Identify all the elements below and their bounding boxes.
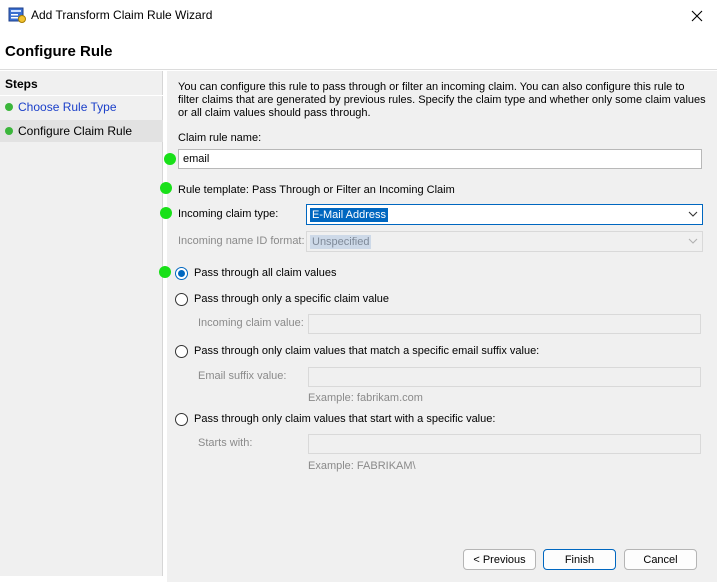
marker-dot [160, 207, 172, 219]
step-label: Configure Claim Rule [18, 124, 133, 138]
cancel-button[interactable]: Cancel [624, 549, 697, 570]
step-current-icon [5, 127, 13, 135]
chevron-down-icon [688, 211, 698, 217]
close-icon [691, 10, 702, 21]
radio-pass-starts-with-label: Pass through only claim values that star… [194, 413, 496, 425]
radio-pass-specific-value-label: Pass through only a specific claim value [194, 293, 390, 305]
claim-rule-name-input[interactable]: email [178, 149, 702, 169]
incoming-claim-type-label: Incoming claim type: [178, 208, 279, 220]
chevron-down-icon [688, 238, 698, 244]
marker-dot [159, 266, 171, 278]
claim-rule-name-label: Claim rule name: [178, 132, 262, 144]
step-choose-rule-type[interactable]: Choose Rule Type [0, 96, 163, 118]
step-label: Choose Rule Type [18, 100, 117, 114]
wizard-app-icon [8, 7, 26, 23]
steps-heading: Steps [5, 77, 38, 91]
wizard-header: Configure Rule [0, 31, 717, 70]
starts-with-label: Starts with: [198, 437, 253, 449]
radio-pass-all-label: Pass through all claim values [194, 267, 337, 279]
previous-button[interactable]: < Previous [463, 549, 536, 570]
radio-pass-email-suffix[interactable] [175, 345, 188, 358]
marker-dot [164, 153, 176, 165]
incoming-claim-type-value: E-Mail Address [310, 207, 388, 222]
incoming-name-id-format-value: Unspecified [310, 234, 372, 249]
page-title: Configure Rule [5, 43, 113, 60]
incoming-name-id-format-dropdown[interactable]: Unspecified [306, 231, 703, 252]
title-bar: Add Transform Claim Rule Wizard [0, 0, 717, 31]
step-complete-icon [5, 103, 13, 111]
starts-with-input[interactable] [308, 434, 701, 454]
radio-pass-all[interactable] [175, 267, 188, 280]
steps-panel: Steps Choose Rule Type Configure Claim R… [0, 71, 163, 576]
radio-pass-starts-with[interactable] [175, 413, 188, 426]
starts-with-example: Example: FABRIKAM\ [308, 460, 416, 472]
radio-pass-specific-value[interactable] [175, 293, 188, 306]
incoming-name-id-format-label: Incoming name ID format: [178, 235, 305, 247]
incoming-claim-value-label: Incoming claim value: [198, 317, 304, 329]
email-suffix-value-input[interactable] [308, 367, 701, 387]
step-configure-claim-rule[interactable]: Configure Claim Rule [0, 120, 163, 142]
incoming-claim-type-dropdown[interactable]: E-Mail Address [306, 204, 703, 225]
radio-pass-email-suffix-label: Pass through only claim values that matc… [194, 345, 540, 357]
window-title: Add Transform Claim Rule Wizard [31, 8, 213, 22]
email-suffix-example: Example: fabrikam.com [308, 392, 423, 404]
rule-description: You can configure this rule to pass thro… [178, 81, 706, 119]
email-suffix-value-label: Email suffix value: [198, 370, 287, 382]
incoming-claim-value-input[interactable] [308, 314, 701, 334]
bottom-strip [0, 576, 167, 582]
finish-button[interactable]: Finish [543, 549, 616, 570]
marker-dot [160, 182, 172, 194]
main-panel: You can configure this rule to pass thro… [167, 71, 717, 582]
rule-template-label: Rule template: Pass Through or Filter an… [178, 184, 455, 196]
close-button[interactable] [676, 0, 717, 31]
